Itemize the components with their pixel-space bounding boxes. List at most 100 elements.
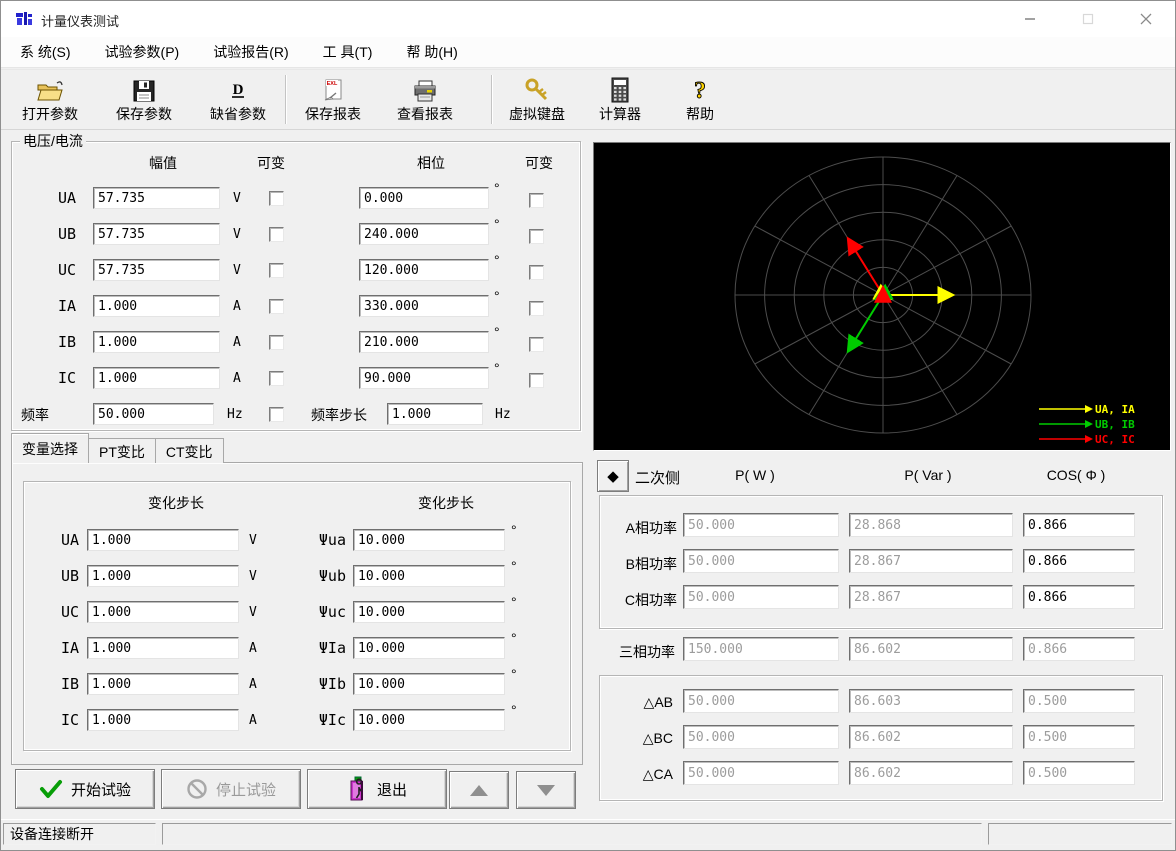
window-title: 计量仪表测试 <box>41 11 119 30</box>
ub-amplitude-input[interactable] <box>93 223 220 245</box>
exit-door-icon <box>347 776 369 802</box>
ib-step-input[interactable] <box>87 673 239 695</box>
legend-row-uc-ic: UC, IC <box>1037 431 1162 446</box>
exit-button[interactable]: 退出 <box>307 769 447 809</box>
uc-phase-input[interactable] <box>359 259 489 281</box>
virtual-keyboard-button[interactable]: 虚拟键盘 <box>493 70 581 129</box>
status-device-connection: 设备连接断开 <box>3 823 156 845</box>
psi-ub-step-input[interactable] <box>353 565 505 587</box>
ib-phase-input[interactable] <box>359 331 489 353</box>
tab-ct-ratio[interactable]: CT变比 <box>155 438 224 463</box>
help-icon: ? <box>690 75 710 103</box>
uc-step-input[interactable] <box>87 601 239 623</box>
menu-help[interactable]: 帮 助(H) <box>402 40 461 64</box>
ub-phase-input[interactable] <box>359 223 489 245</box>
variable2-column-header: 可变 <box>519 153 559 173</box>
open-params-button[interactable]: 打开参数 <box>3 70 97 129</box>
variable-column-header: 可变 <box>251 153 291 173</box>
start-test-button[interactable]: 开始试验 <box>15 769 155 809</box>
ub-step-input[interactable] <box>87 565 239 587</box>
calculator-button[interactable]: 计算器 <box>581 70 659 129</box>
delta-ab-cos-value: 0.500 <box>1023 689 1135 713</box>
app-window: 计量仪表测试 系 统(S) 试验参数(P) 试验报告(R) 工 具(T) 帮 助… <box>0 0 1176 851</box>
ua-amplitude-input[interactable] <box>93 187 220 209</box>
ua-phase-variable-checkbox[interactable] <box>529 193 544 208</box>
ia-phase-input[interactable] <box>359 295 489 317</box>
frequency-step-input[interactable] <box>387 403 483 425</box>
ia-degree-symbol: ° <box>494 288 500 304</box>
ia-amplitude-variable-checkbox[interactable] <box>269 299 284 314</box>
tab-variable-select[interactable]: 变量选择 <box>11 433 89 463</box>
help-button[interactable]: ? 帮助 <box>659 70 741 129</box>
minimize-button[interactable] <box>1001 1 1059 37</box>
ic-phase-variable-checkbox[interactable] <box>529 373 544 388</box>
psi-ub-degree: ° <box>511 558 517 574</box>
ub-amplitude-variable-checkbox[interactable] <box>269 227 284 242</box>
ub-phase-variable-checkbox[interactable] <box>529 229 544 244</box>
frequency-input[interactable] <box>93 403 214 425</box>
ic-step-input[interactable] <box>87 709 239 731</box>
check-icon <box>39 779 63 799</box>
svg-text:UA, IA: UA, IA <box>1095 403 1135 416</box>
down-arrow-icon <box>537 785 555 796</box>
ub-degree-symbol: ° <box>494 216 500 232</box>
ua-phase-input[interactable] <box>359 187 489 209</box>
phasor-diagram: UA, IA UB, IB UC, IC <box>593 142 1171 451</box>
psi-ia-step-input[interactable] <box>353 637 505 659</box>
scroll-up-button[interactable] <box>449 771 509 809</box>
frequency-variable-checkbox[interactable] <box>269 407 284 422</box>
secondary-side-toggle-button[interactable]: ◆ <box>597 460 629 492</box>
default-params-button[interactable]: D 缺省参数 <box>191 70 285 129</box>
stop-icon <box>186 778 208 800</box>
toolbar-label: 保存报表 <box>305 104 361 124</box>
maximize-button[interactable] <box>1059 1 1117 37</box>
save-params-button[interactable]: 保存参数 <box>97 70 191 129</box>
row-label-ub: UB <box>31 225 76 243</box>
ib-amplitude-variable-checkbox[interactable] <box>269 335 284 350</box>
psi-ib-step-input[interactable] <box>353 673 505 695</box>
stop-test-button[interactable]: 停止试验 <box>161 769 301 809</box>
row-label-ic: IC <box>31 369 76 387</box>
menu-system[interactable]: 系 统(S) <box>16 40 75 64</box>
ic-unit: A <box>233 371 241 386</box>
save-report-button[interactable]: EXL 保存报表 <box>287 70 379 129</box>
psi-ic-degree: ° <box>511 702 517 718</box>
scroll-down-button[interactable] <box>516 771 576 809</box>
psi-ua-step-input[interactable] <box>353 529 505 551</box>
minimize-icon <box>1024 13 1036 25</box>
uc-amplitude-input[interactable] <box>93 259 220 281</box>
psi-uc-label: Ψuc <box>296 603 346 621</box>
ia-phase-variable-checkbox[interactable] <box>529 301 544 316</box>
menu-test-params[interactable]: 试验参数(P) <box>101 40 184 64</box>
ua-amplitude-variable-checkbox[interactable] <box>269 191 284 206</box>
ic-amplitude-variable-checkbox[interactable] <box>269 371 284 386</box>
menu-test-report[interactable]: 试验报告(R) <box>209 40 292 64</box>
ic-phase-input[interactable] <box>359 367 489 389</box>
ua-step-input[interactable] <box>87 529 239 551</box>
ib-step-unit: A <box>249 677 257 692</box>
close-button[interactable] <box>1117 1 1175 37</box>
tab-pt-ratio[interactable]: PT变比 <box>88 438 156 463</box>
uc-amplitude-variable-checkbox[interactable] <box>269 263 284 278</box>
tab-label: 变量选择 <box>22 441 78 457</box>
ia-step-input[interactable] <box>87 637 239 659</box>
psi-ua-label: Ψua <box>296 531 346 549</box>
app-icon <box>15 10 33 28</box>
svg-text:UC, IC: UC, IC <box>1095 433 1135 446</box>
svg-text:D: D <box>233 82 244 98</box>
delta-ab-var-value: 86.603 <box>849 689 1013 713</box>
ic-amplitude-input[interactable] <box>93 367 220 389</box>
view-report-button[interactable]: 查看报表 <box>379 70 471 129</box>
ib-amplitude-input[interactable] <box>93 331 220 353</box>
svg-text:EXL: EXL <box>327 81 338 87</box>
delta-bc-cos-value: 0.500 <box>1023 725 1135 749</box>
ib-phase-variable-checkbox[interactable] <box>529 337 544 352</box>
b-phase-p-value: 50.000 <box>683 549 839 573</box>
ia-amplitude-input[interactable] <box>93 295 220 317</box>
psi-uc-step-input[interactable] <box>353 601 505 623</box>
psi-ic-step-input[interactable] <box>353 709 505 731</box>
ub-step-unit: V <box>249 569 257 584</box>
uc-phase-variable-checkbox[interactable] <box>529 265 544 280</box>
menu-tools[interactable]: 工 具(T) <box>319 40 377 64</box>
three-phase-cos-value: 0.866 <box>1023 637 1135 661</box>
